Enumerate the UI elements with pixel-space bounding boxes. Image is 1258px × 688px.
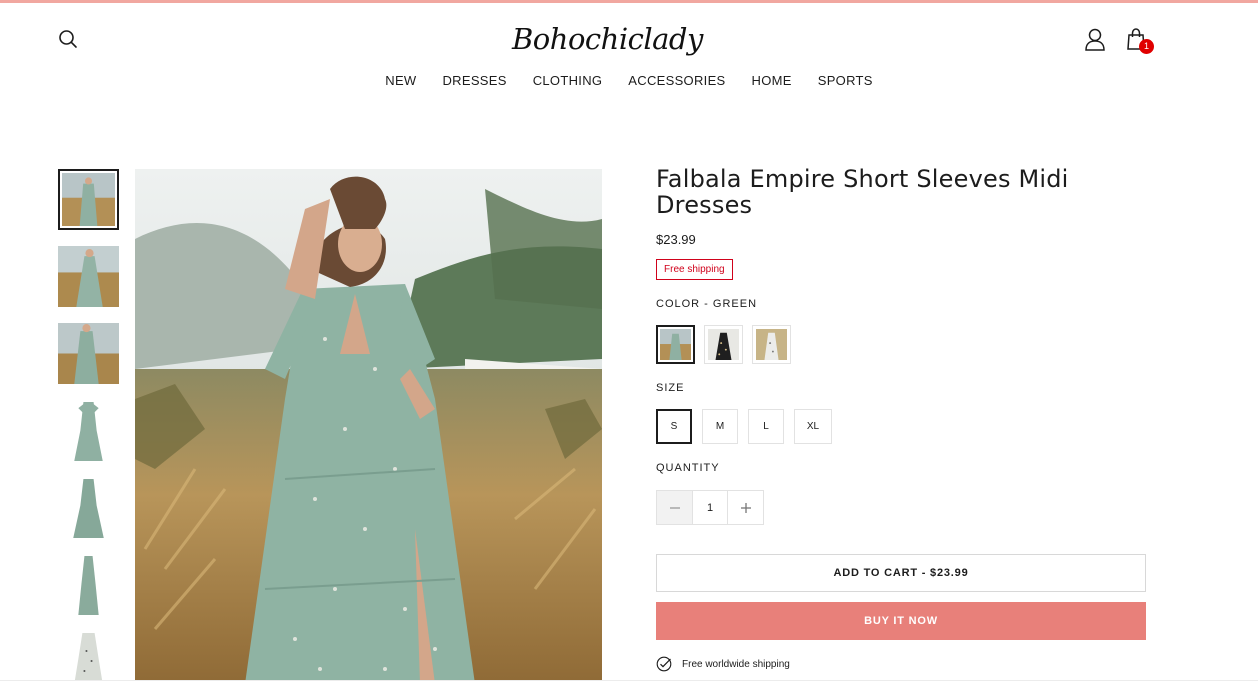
product-thumbnail[interactable] [58, 477, 119, 538]
product-title: Falbala Empire Short Sleeves Midi Dresse… [656, 165, 1069, 219]
quantity-stepper [656, 490, 764, 525]
nav-item-clothing[interactable]: CLOTHING [533, 72, 603, 92]
main-navigation: NEW DRESSES CLOTHING ACCESSORIES HOME SP… [0, 72, 1258, 92]
product-thumbnail[interactable] [58, 323, 119, 384]
add-to-cart-button[interactable]: ADD TO CART - $23.99 [656, 554, 1146, 592]
color-swatch-white[interactable] [752, 325, 791, 364]
nav-item-new[interactable]: NEW [385, 72, 416, 92]
product-price: $23.99 [656, 232, 696, 247]
plus-icon [740, 502, 751, 513]
nav-item-accessories[interactable]: ACCESSORIES [628, 72, 725, 92]
color-swatch-green[interactable] [656, 325, 695, 364]
free-shipping-badge: Free shipping [656, 259, 733, 280]
quantity-label: QUANTITY [656, 462, 720, 474]
worldwide-shipping-text: Free worldwide shipping [682, 658, 790, 670]
product-thumbnail[interactable] [58, 400, 119, 461]
product-thumbnail[interactable] [58, 631, 119, 684]
page-bottom-edge [0, 680, 1258, 688]
size-option-xl[interactable]: XL [794, 409, 832, 444]
quantity-input[interactable] [692, 491, 728, 524]
cart-count-badge: 1 [1139, 39, 1154, 54]
buy-it-now-button[interactable]: BUY IT NOW [656, 602, 1146, 640]
site-logo[interactable]: Bohochiclady [512, 17, 703, 61]
size-option-m[interactable]: M [702, 409, 738, 444]
color-swatch-black[interactable] [704, 325, 743, 364]
nav-item-home[interactable]: HOME [752, 72, 792, 92]
check-circle-icon [656, 656, 672, 672]
color-label: COLOR - GREEN [656, 298, 758, 310]
size-label: SIZE [656, 382, 685, 394]
product-thumbnail[interactable] [58, 246, 119, 307]
main-product-image[interactable] [135, 169, 602, 684]
product-thumbnail[interactable] [58, 554, 119, 615]
quantity-decrease-button[interactable] [657, 491, 692, 524]
size-options: S M L XL [656, 409, 832, 444]
worldwide-shipping-note: Free worldwide shipping [656, 656, 790, 672]
minus-icon [669, 506, 680, 509]
nav-item-dresses[interactable]: DRESSES [442, 72, 506, 92]
search-icon[interactable] [58, 29, 78, 49]
product-thumbnail[interactable] [58, 169, 119, 230]
account-icon[interactable] [1084, 28, 1106, 52]
size-option-s[interactable]: S [656, 409, 692, 444]
product-info: Falbala Empire Short Sleeves Midi Dresse… [656, 165, 1146, 672]
nav-item-sports[interactable]: SPORTS [818, 72, 873, 92]
quantity-increase-button[interactable] [728, 491, 763, 524]
color-swatches [656, 325, 791, 364]
size-option-l[interactable]: L [748, 409, 784, 444]
